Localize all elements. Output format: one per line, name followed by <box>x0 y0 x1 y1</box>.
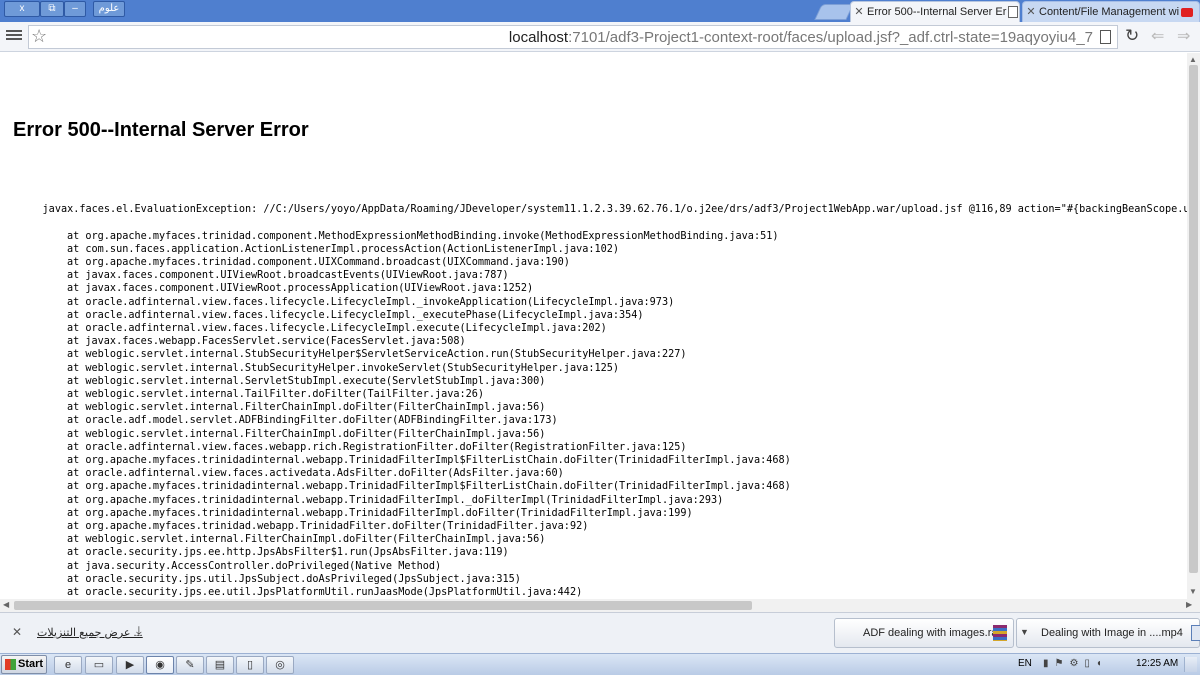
stack-frame: at javax.faces.component.UIViewRoot.broa… <box>67 270 509 282</box>
vertical-scroll-thumb[interactable] <box>1189 65 1198 573</box>
stack-frame: at javax.faces.webapp.FacesServlet.servi… <box>67 336 466 348</box>
page-info-icon[interactable] <box>1100 30 1111 44</box>
stack-frame: at java.security.AccessController.doPriv… <box>67 560 442 572</box>
jdeveloper-icon[interactable]: ◎ <box>266 656 294 674</box>
tab-strip: x ⧉ – علوم ✕ Error 500--Internal Server E… <box>0 0 1200 22</box>
show-desktop-button[interactable] <box>1184 657 1197 672</box>
address-bar[interactable]: ☆ localhost:7101/adf3-Project1-context-r… <box>28 25 1118 49</box>
scroll-right-icon[interactable]: ▶ <box>1186 600 1192 609</box>
download-icon: ⤓ <box>136 623 142 638</box>
clock[interactable]: 12:25 AM <box>1136 658 1178 669</box>
download-item[interactable]: ▼ Dealing with Image in ....mp4 <box>1016 618 1200 648</box>
stack-frame: at org.apache.myfaces.trinidadinternal.w… <box>67 481 791 493</box>
page-title: Error 500--Internal Server Error <box>13 119 309 141</box>
url-text: localhost:7101/adf3-Project1-context-roo… <box>509 29 1093 46</box>
scroll-left-icon[interactable]: ◀ <box>3 600 9 609</box>
profile-button[interactable]: علوم <box>93 1 125 17</box>
stack-frame: at weblogic.servlet.internal.ServletStub… <box>67 375 546 387</box>
exception-line: javax.faces.el.EvaluationException: //C:… <box>42 204 1187 216</box>
winrar-icon[interactable]: ▤ <box>206 656 234 674</box>
start-label: Start <box>18 658 44 670</box>
stack-frame: at oracle.adf.model.servlet.ADFBindingFi… <box>67 415 558 427</box>
media-player-icon[interactable]: ▶ <box>116 656 144 674</box>
page-viewport: Error 500--Internal Server Error javax.f… <box>0 53 1187 599</box>
stack-frame: at oracle.adfinternal.view.faces.lifecyc… <box>67 323 607 335</box>
stack-frame: at oracle.adfinternal.view.faces.webapp.… <box>67 441 687 453</box>
stack-frame: at weblogic.servlet.internal.FilterChain… <box>67 534 546 546</box>
new-tab-button[interactable] <box>814 4 854 20</box>
internet-explorer-icon[interactable]: e <box>54 656 82 674</box>
stack-frame: at org.apache.myfaces.trinidad.webapp.Tr… <box>67 521 589 533</box>
horizontal-scroll-thumb[interactable] <box>14 601 752 610</box>
paint-icon[interactable]: ✎ <box>176 656 204 674</box>
stack-frame: at oracle.security.jps.util.JpsSubject.d… <box>67 573 521 585</box>
url-host: localhost <box>508 29 569 46</box>
forward-arrow-icon[interactable]: ⇒ <box>1177 26 1190 46</box>
tab-label: Error 500--Internal Server Er <box>867 6 1007 18</box>
notepad-icon[interactable]: ▯ <box>236 656 264 674</box>
bookmark-star-icon[interactable]: ☆ <box>31 26 47 47</box>
stack-frame: at weblogic.servlet.internal.FilterChain… <box>67 428 546 440</box>
scroll-up-icon[interactable]: ▲ <box>1189 55 1197 64</box>
tab-error-500[interactable]: ✕ Error 500--Internal Server Er <box>850 1 1020 22</box>
menu-icon[interactable] <box>6 28 22 44</box>
scroll-down-icon[interactable]: ▼ <box>1189 587 1197 596</box>
download-item[interactable]: ADF dealing with images.rar <box>834 618 1014 648</box>
tab-close-icon[interactable]: ✕ <box>1023 2 1039 22</box>
window-minimize-button[interactable]: – <box>64 1 86 17</box>
stack-frame: at weblogic.servlet.internal.TailFilter.… <box>67 389 485 401</box>
stack-frame: at org.apache.myfaces.trinidadinternal.w… <box>67 494 724 506</box>
folder-icon[interactable]: ▭ <box>85 656 113 674</box>
tab-label: Content/File Management wi <box>1039 6 1180 18</box>
stack-frame: at javax.faces.component.UIViewRoot.proc… <box>67 283 534 295</box>
stack-frame: at weblogic.servlet.internal.FilterChain… <box>67 402 546 414</box>
chevron-down-icon[interactable]: ▼ <box>1020 627 1029 637</box>
show-all-downloads-link[interactable]: عرض جميع التنزيلات ... <box>37 626 143 639</box>
stack-trace: javax.faces.el.EvaluationException: //C:… <box>18 190 1187 599</box>
stack-frame: at com.sun.faces.application.ActionListe… <box>67 243 620 255</box>
stack-frame: at oracle.security.jps.ee.util.JpsPlatfo… <box>67 587 583 599</box>
download-filename: ADF dealing with images.rar <box>863 627 1002 639</box>
url-path: :7101/adf3-Project1-context-root/faces/u… <box>568 29 1093 46</box>
start-button[interactable]: Start <box>1 655 47 674</box>
windows-logo-icon <box>5 659 16 670</box>
stack-frame: at org.apache.myfaces.trinidad.component… <box>67 230 779 242</box>
back-arrow-icon[interactable]: ⇐ <box>1151 26 1164 46</box>
stack-frame: at oracle.adfinternal.view.faces.actived… <box>67 468 564 480</box>
stack-frame: at weblogic.servlet.internal.StubSecurit… <box>67 349 687 361</box>
download-filename: Dealing with Image in ....mp4 <box>1041 627 1183 639</box>
browser-toolbar: ☆ localhost:7101/adf3-Project1-context-r… <box>0 22 1200 52</box>
horizontal-scrollbar[interactable]: ◀ ▶ <box>0 599 1200 612</box>
youtube-icon <box>1181 7 1194 17</box>
stack-frame: at org.apache.myfaces.trinidadinternal.w… <box>67 455 791 467</box>
system-tray-icons[interactable]: ▮⚑⚙▯◖ <box>1043 658 1108 669</box>
windows-taskbar: Start e ▭ ▶ ◉ ✎ ▤ ▯ ◎ EN ▮⚑⚙▯◖ 12:25 AM <box>0 653 1200 675</box>
tab-content-file-management[interactable]: ✕ Content/File Management wi <box>1022 1 1200 22</box>
close-icon[interactable]: ✕ <box>12 625 22 639</box>
stack-frames: at org.apache.myfaces.trinidad.component… <box>18 230 1187 599</box>
video-file-icon <box>1191 625 1200 641</box>
window-maximize-button[interactable]: ⧉ <box>40 1 64 17</box>
downloads-shelf: ✕ عرض جميع التنزيلات ... ⤓ ADF dealing w… <box>0 612 1200 653</box>
language-indicator[interactable]: EN <box>1018 658 1032 669</box>
stack-frame: at oracle.security.jps.ee.http.JpsAbsFil… <box>67 547 509 559</box>
stack-frame: at org.apache.myfaces.trinidad.component… <box>67 257 570 269</box>
stack-frame: at org.apache.myfaces.trinidadinternal.w… <box>67 507 693 519</box>
window-close-button[interactable]: x <box>4 1 40 17</box>
vertical-scrollbar[interactable]: ▲ ▼ <box>1187 53 1200 599</box>
tab-close-icon[interactable]: ✕ <box>851 2 867 22</box>
reload-icon[interactable]: ↻ <box>1125 26 1139 46</box>
winrar-archive-icon <box>993 625 1007 641</box>
stack-frame: at oracle.adfinternal.view.faces.lifecyc… <box>67 296 675 308</box>
chrome-icon[interactable]: ◉ <box>146 656 174 674</box>
stack-frame: at oracle.adfinternal.view.faces.lifecyc… <box>67 309 644 321</box>
document-icon <box>1008 6 1019 19</box>
stack-frame: at weblogic.servlet.internal.StubSecurit… <box>67 362 620 374</box>
